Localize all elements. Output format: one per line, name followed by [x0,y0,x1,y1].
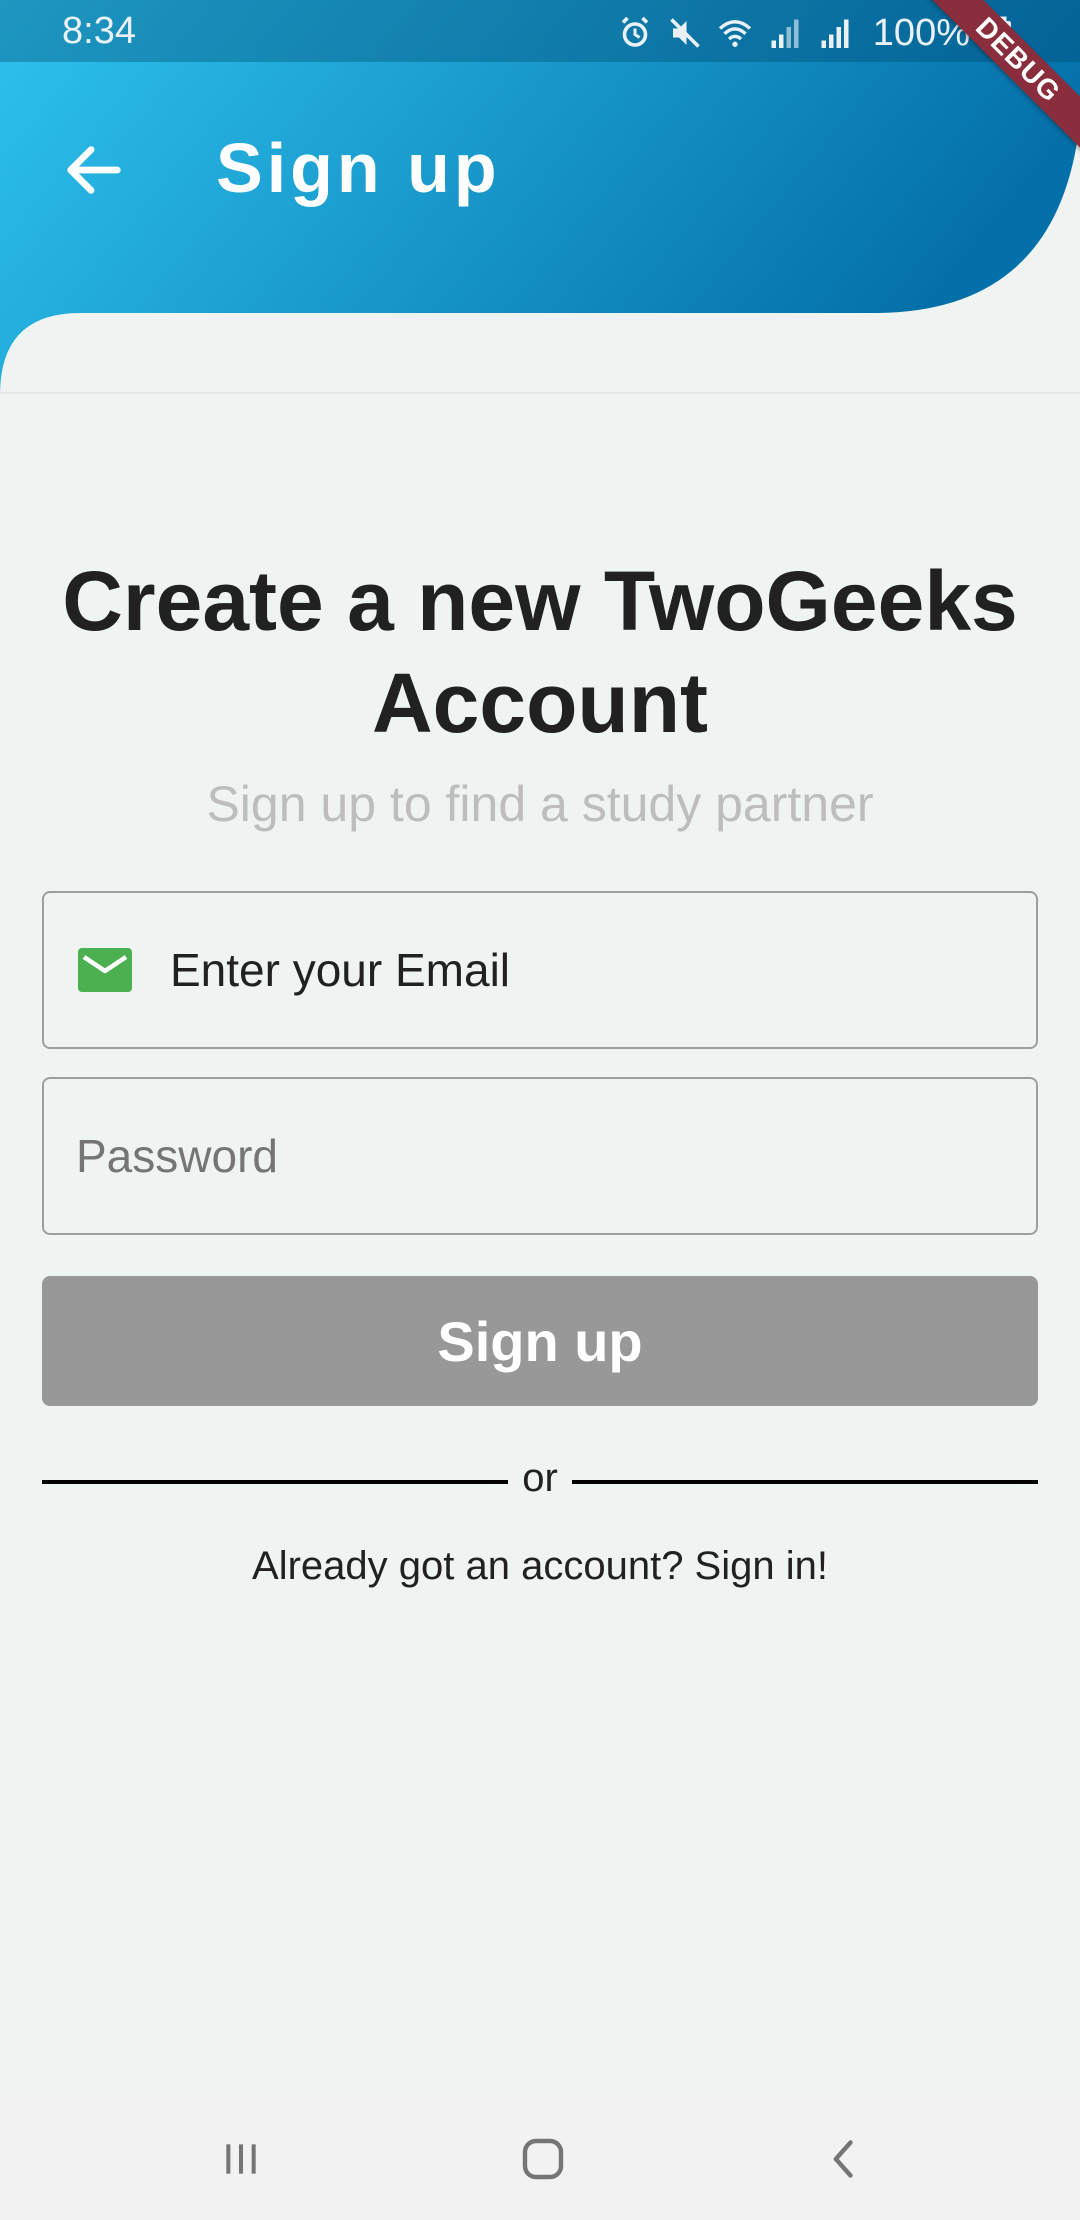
back-button[interactable] [48,124,140,216]
mute-icon [670,18,700,48]
email-input[interactable] [168,942,972,998]
navigation-bar [0,2094,1080,2220]
signin-link[interactable]: Already got an account? Sign in! [40,1544,1040,1589]
page-title: Sign up [216,129,501,207]
wifi-icon [718,20,751,47]
arrow-back-icon [67,146,121,194]
password-input[interactable] [74,1128,998,1184]
divider-or-text: or [522,1456,558,1500]
back-icon [833,2140,853,2178]
signal-icon [821,19,849,48]
email-field[interactable] [42,891,1038,1049]
email-icon [78,948,132,992]
home-button[interactable] [508,2124,578,2194]
divider-line-left [42,1480,508,1484]
alarm-icon [621,16,649,47]
signal-icon [771,19,799,48]
status-time: 8:34 [62,10,136,52]
status-bar: 8:34 100% [0,0,1080,62]
main-subtitle: Sign up to find a study partner [206,776,874,832]
signup-screen: 8:34 100% DEBUG Sign up Create a new Two… [0,0,1080,2220]
header-divider [0,392,1080,394]
divider-line-right [572,1480,1038,1484]
nav-back-button[interactable] [810,2124,880,2194]
signup-button[interactable]: Sign up [42,1276,1038,1406]
main-heading: Create a new TwoGeeks Account [62,554,1018,750]
recents-icon [226,2144,256,2174]
password-field[interactable] [42,1077,1038,1235]
recents-button[interactable] [206,2124,276,2194]
home-icon [522,2138,564,2180]
